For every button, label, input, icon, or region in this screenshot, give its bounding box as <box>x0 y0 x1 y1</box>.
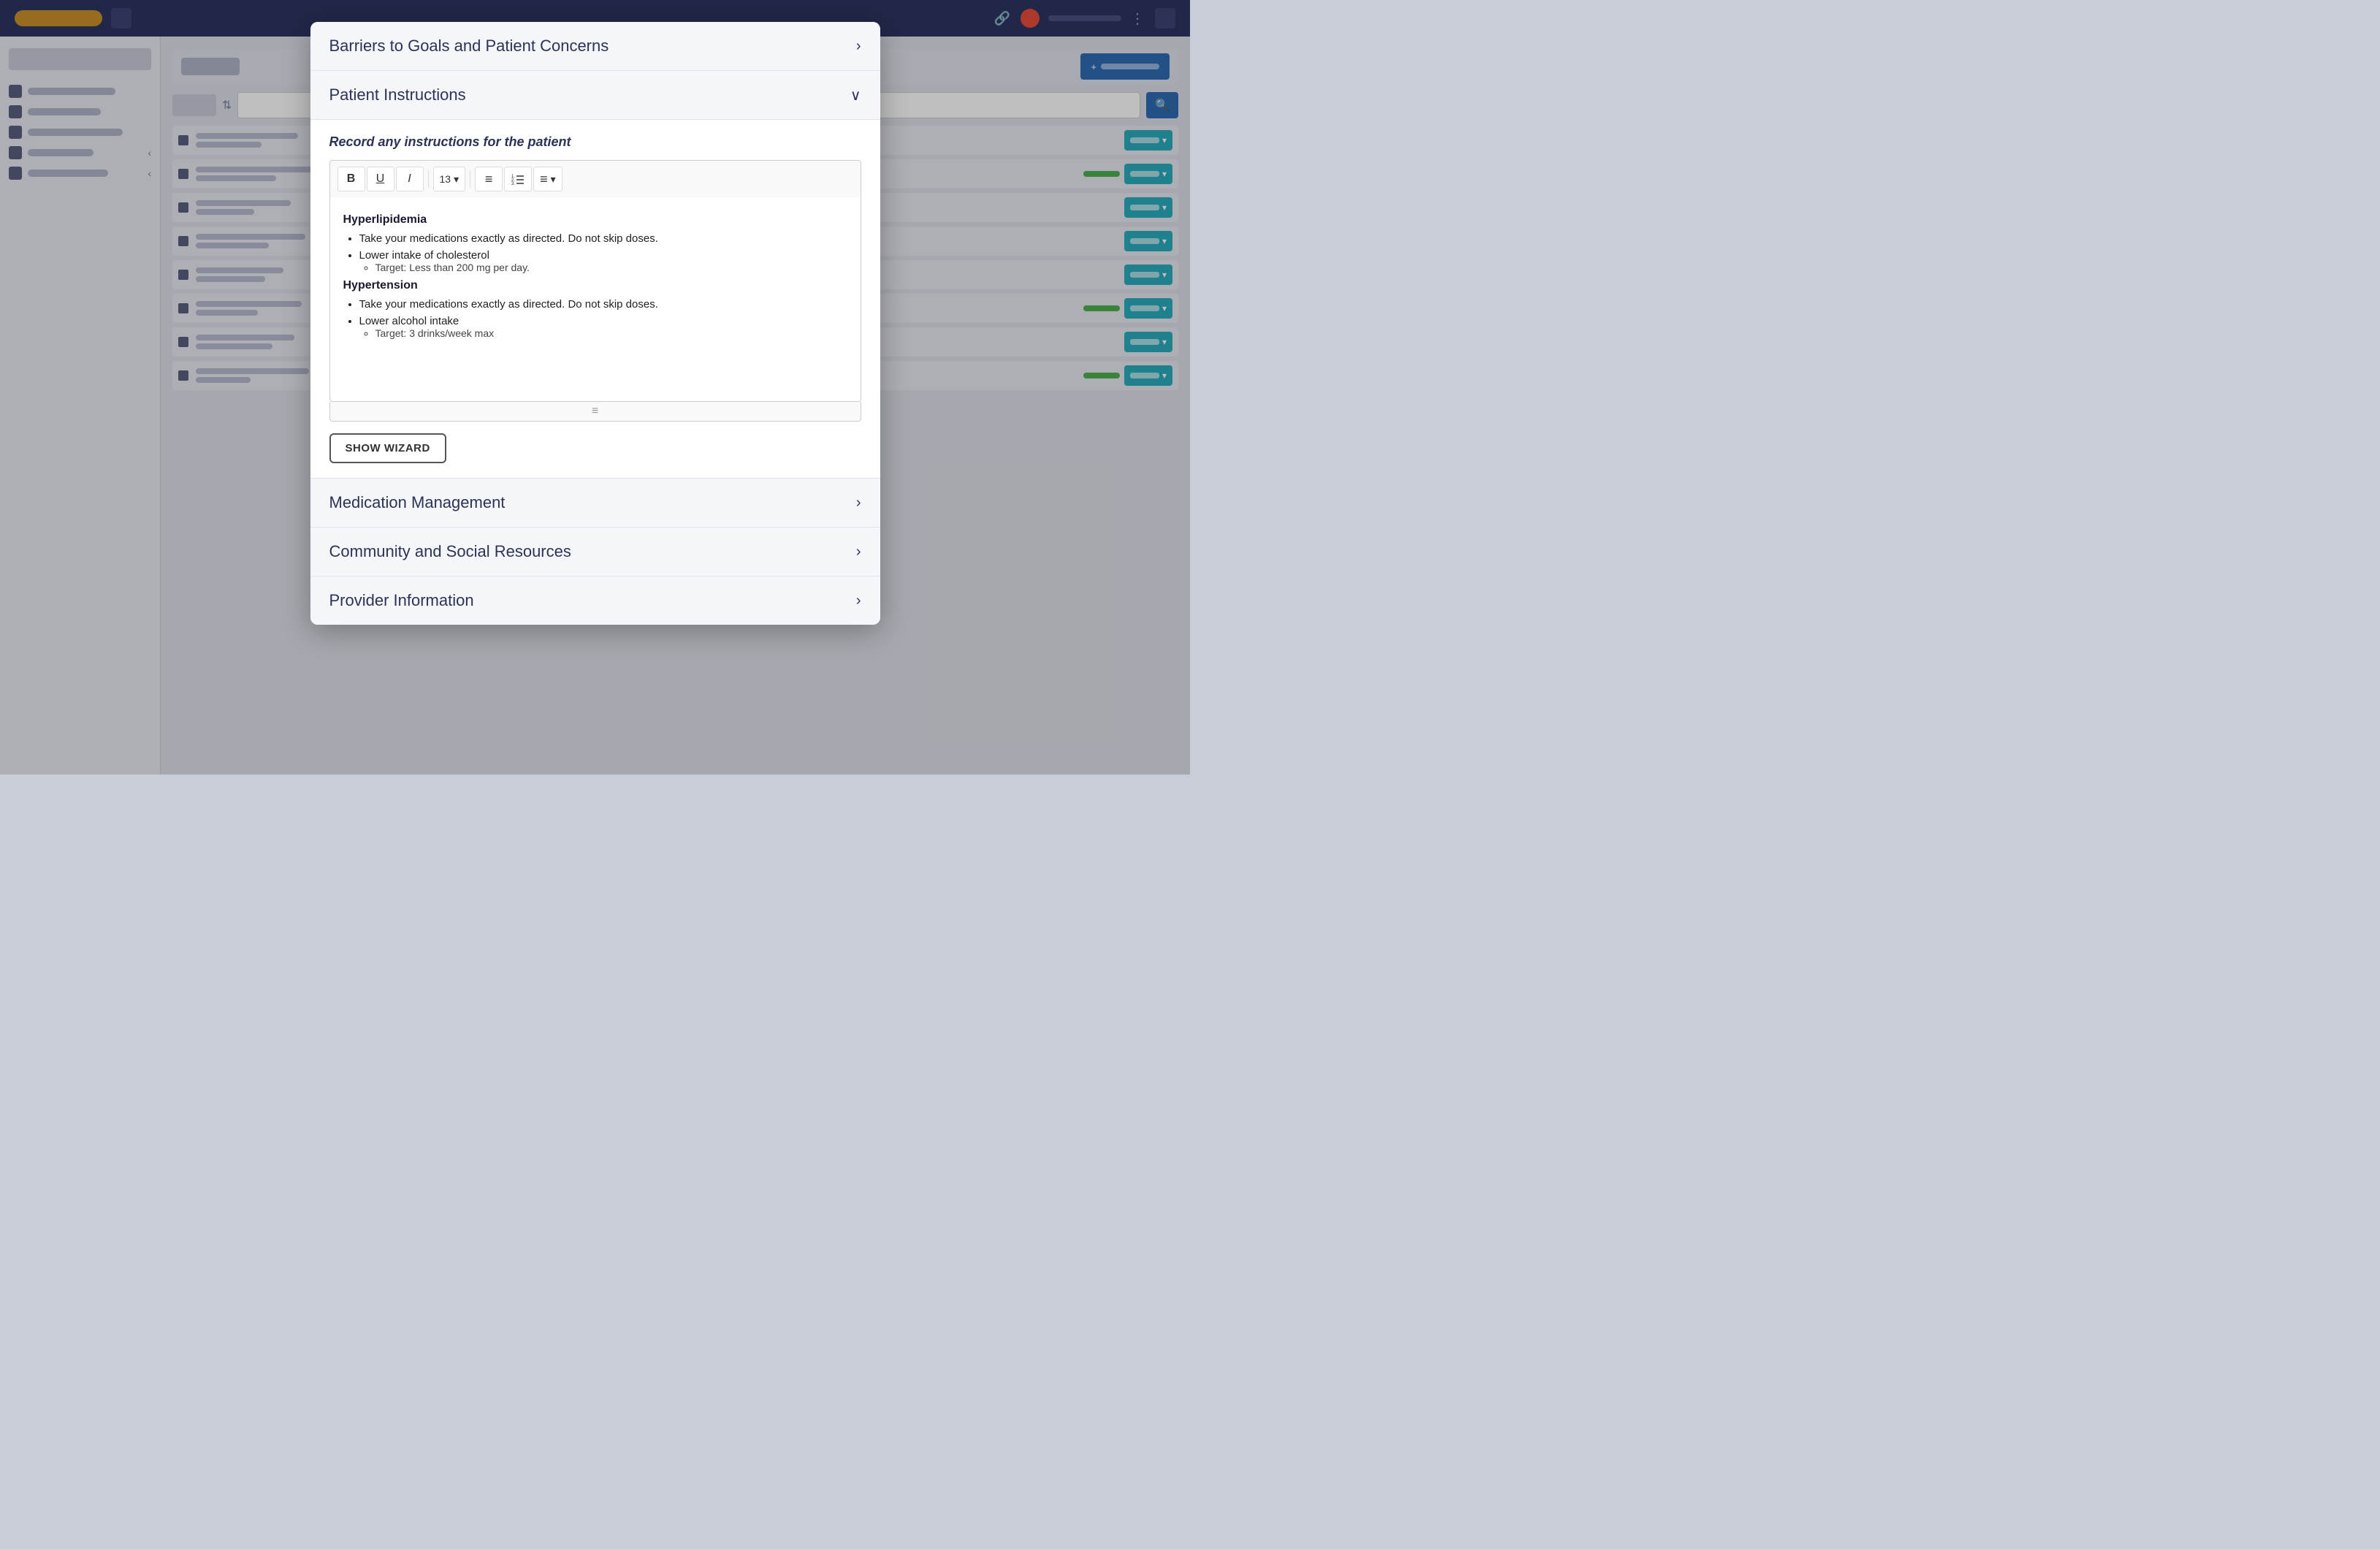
barriers-section-header[interactable]: Barriers to Goals and Patient Concerns › <box>310 22 880 71</box>
editor-toolbar: B U I 13 ▾ ≡ 1. 2. 3. <box>329 160 861 197</box>
resize-icon: ≡ <box>592 405 598 418</box>
medication-chevron-right-icon: › <box>856 495 861 511</box>
hypertension-list: Take your medications exactly as directe… <box>343 298 847 339</box>
medication-management-section-header[interactable]: Medication Management › <box>310 479 880 528</box>
hyperlipidemia-sub-item-1: Target: Less than 200 mg per day. <box>375 262 847 273</box>
ordered-list-button[interactable]: 1. 2. 3. <box>504 167 532 191</box>
hyperlipidemia-item-1: Take your medications exactly as directe… <box>359 232 847 245</box>
barriers-chevron-right-icon: › <box>856 38 861 55</box>
hyperlipidemia-item-2: Lower intake of cholesterol Target: Less… <box>359 249 847 273</box>
record-instructions-label: Record any instructions for the patient <box>329 134 861 150</box>
hypertension-sub-list: Target: 3 drinks/week max <box>359 327 847 339</box>
patient-instructions-section-header[interactable]: Patient Instructions ∨ <box>310 71 880 120</box>
svg-text:3.: 3. <box>511 182 515 186</box>
patient-instructions-body: Record any instructions for the patient … <box>310 120 880 479</box>
provider-information-title: Provider Information <box>329 591 474 610</box>
editor-content-area[interactable]: Hyperlipidemia Take your medications exa… <box>329 197 861 402</box>
underline-button[interactable]: U <box>367 167 394 191</box>
provider-information-section-header[interactable]: Provider Information › <box>310 576 880 625</box>
hypertension-sub-item-1: Target: 3 drinks/week max <box>375 327 847 339</box>
provider-chevron-right-icon: › <box>856 593 861 609</box>
hypertension-item-1: Take your medications exactly as directe… <box>359 298 847 311</box>
barriers-section-title: Barriers to Goals and Patient Concerns <box>329 37 609 56</box>
medication-management-title: Medication Management <box>329 493 506 512</box>
community-resources-title: Community and Social Resources <box>329 542 571 561</box>
toolbar-divider-1 <box>428 170 429 188</box>
bullet-list-button[interactable]: ≡ <box>475 167 503 191</box>
font-size-select[interactable]: 13 ▾ <box>433 167 466 191</box>
hypertension-item-2: Lower alcohol intake Target: 3 drinks/we… <box>359 315 847 339</box>
font-size-value: 13 <box>440 173 451 185</box>
hyperlipidemia-sub-list: Target: Less than 200 mg per day. <box>359 262 847 273</box>
patient-instructions-title: Patient Instructions <box>329 85 466 104</box>
align-icon: ≡ <box>540 172 548 187</box>
align-arrow-icon: ▾ <box>551 173 556 186</box>
hypertension-heading: Hypertension <box>343 279 847 292</box>
modal-overlay: Barriers to Goals and Patient Concerns ›… <box>0 0 1190 774</box>
align-select[interactable]: ≡ ▾ <box>533 167 562 191</box>
bold-button[interactable]: B <box>337 167 365 191</box>
patient-instructions-modal: Barriers to Goals and Patient Concerns ›… <box>310 22 880 625</box>
editor-resize-handle[interactable]: ≡ <box>329 402 861 422</box>
show-wizard-button[interactable]: SHOW WIZARD <box>329 433 446 463</box>
italic-button[interactable]: I <box>396 167 424 191</box>
community-chevron-right-icon: › <box>856 544 861 560</box>
hyperlipidemia-list: Take your medications exactly as directe… <box>343 232 847 273</box>
community-resources-section-header[interactable]: Community and Social Resources › <box>310 528 880 576</box>
font-size-arrow-icon: ▾ <box>454 173 459 186</box>
hyperlipidemia-heading: Hyperlipidemia <box>343 213 847 227</box>
patient-instructions-chevron-down-icon: ∨ <box>850 86 861 104</box>
